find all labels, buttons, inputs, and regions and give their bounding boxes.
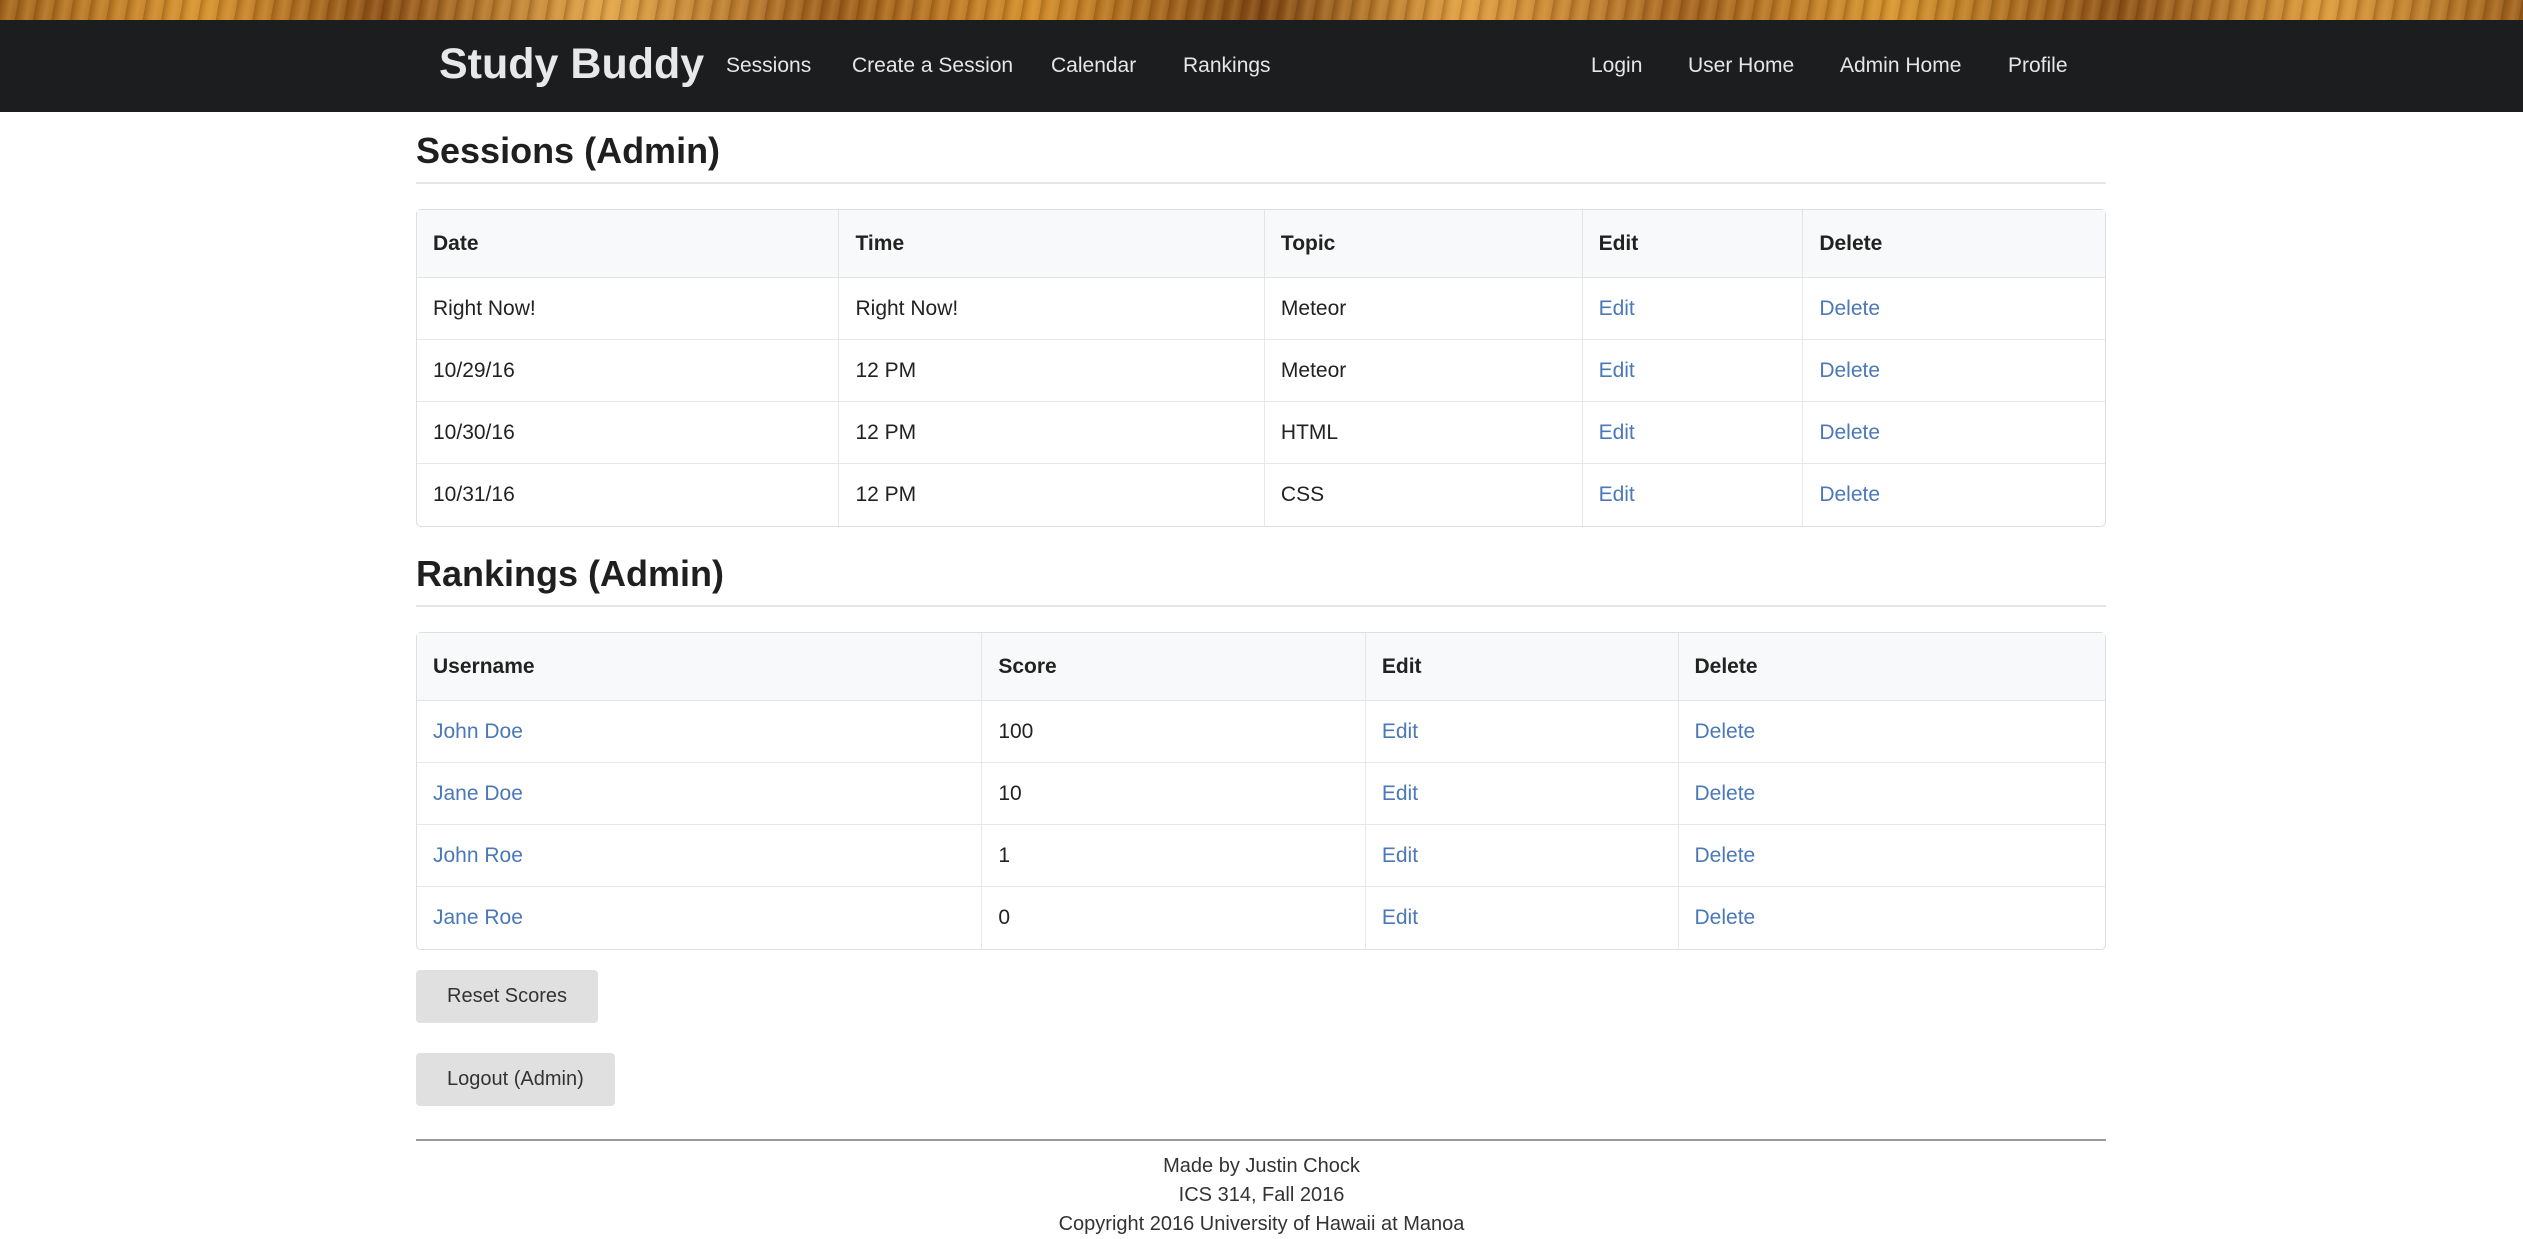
- delete-link[interactable]: Delete: [1819, 359, 1880, 382]
- column-header-score: Score: [982, 633, 1366, 701]
- table-row: 10/30/16 12 PM HTML Edit Delete: [417, 402, 2105, 464]
- nav-login[interactable]: Login: [1591, 54, 1642, 78]
- sessions-table: Date Time Topic Edit Delete Right Now! R…: [416, 209, 2106, 527]
- table-row: 10/29/16 12 PM Meteor Edit Delete: [417, 340, 2105, 402]
- column-header-time: Time: [839, 210, 1265, 278]
- score-value: 100: [982, 701, 1366, 763]
- delete-link[interactable]: Delete: [1695, 720, 1756, 743]
- logout-admin-button[interactable]: Logout (Admin): [416, 1053, 615, 1106]
- nav-sessions[interactable]: Sessions: [726, 54, 811, 78]
- delete-link[interactable]: Delete: [1695, 782, 1756, 805]
- edit-link[interactable]: Edit: [1599, 297, 1635, 320]
- session-date: 10/31/16: [417, 464, 840, 526]
- sessions-section: Sessions (Admin): [416, 130, 2106, 184]
- navbar: Study Buddy Sessions Create a Session Ca…: [0, 20, 2523, 112]
- table-row: John Doe 100 Edit Delete: [417, 701, 2105, 763]
- username-link[interactable]: John Roe: [433, 844, 523, 867]
- column-header-date: Date: [417, 210, 840, 278]
- column-header-delete: Delete: [1678, 633, 2105, 701]
- session-topic: Meteor: [1264, 340, 1583, 402]
- table-row: 10/31/16 12 PM CSS Edit Delete: [417, 464, 2105, 526]
- score-value: 10: [982, 763, 1366, 825]
- edit-link[interactable]: Edit: [1599, 421, 1635, 444]
- session-date: 10/29/16: [417, 340, 840, 402]
- delete-link[interactable]: Delete: [1695, 906, 1756, 929]
- edit-link[interactable]: Edit: [1382, 906, 1418, 929]
- score-value: 0: [982, 887, 1366, 949]
- edit-link[interactable]: Edit: [1382, 720, 1418, 743]
- delete-link[interactable]: Delete: [1819, 483, 1880, 506]
- session-date: Right Now!: [417, 278, 840, 340]
- delete-link[interactable]: Delete: [1695, 844, 1756, 867]
- header-banner-image: [0, 0, 2523, 20]
- session-time: Right Now!: [839, 278, 1265, 340]
- session-time: 12 PM: [839, 464, 1265, 526]
- sessions-title: Sessions (Admin): [416, 130, 721, 171]
- brand-link[interactable]: Study Buddy: [439, 40, 704, 89]
- footer-divider: [416, 1139, 2106, 1141]
- session-topic: HTML: [1264, 402, 1583, 464]
- edit-link[interactable]: Edit: [1599, 483, 1635, 506]
- table-row: Right Now! Right Now! Meteor Edit Delete: [417, 278, 2105, 340]
- nav-admin-home[interactable]: Admin Home: [1840, 54, 1961, 78]
- table-row: Jane Roe 0 Edit Delete: [417, 887, 2105, 949]
- table-header-row: Username Score Edit Delete: [417, 633, 2105, 701]
- delete-link[interactable]: Delete: [1819, 297, 1880, 320]
- session-date: 10/30/16: [417, 402, 840, 464]
- session-time: 12 PM: [839, 402, 1265, 464]
- column-header-delete: Delete: [1803, 210, 2105, 278]
- table-row: Jane Doe 10 Edit Delete: [417, 763, 2105, 825]
- edit-link[interactable]: Edit: [1382, 844, 1418, 867]
- footer-course: ICS 314, Fall 2016: [1178, 1184, 1345, 1206]
- column-header-edit: Edit: [1582, 210, 1804, 278]
- rankings-section: Rankings (Admin): [416, 553, 2106, 607]
- nav-calendar[interactable]: Calendar: [1051, 54, 1136, 78]
- footer-copyright: Copyright 2016 University of Hawaii at M…: [1058, 1213, 1465, 1235]
- footer-author: Made by Justin Chock: [1163, 1155, 1360, 1177]
- username-link[interactable]: Jane Roe: [433, 906, 523, 929]
- nav-create-session[interactable]: Create a Session: [852, 54, 1013, 78]
- nav-rankings[interactable]: Rankings: [1183, 54, 1271, 78]
- nav-user-home[interactable]: User Home: [1688, 54, 1794, 78]
- username-link[interactable]: John Doe: [433, 720, 523, 743]
- table-header-row: Date Time Topic Edit Delete: [417, 210, 2105, 278]
- nav-profile[interactable]: Profile: [2008, 54, 2068, 78]
- edit-link[interactable]: Edit: [1599, 359, 1635, 382]
- delete-link[interactable]: Delete: [1819, 421, 1880, 444]
- column-header-username: Username: [417, 633, 983, 701]
- username-link[interactable]: Jane Doe: [433, 782, 523, 805]
- sessions-divider: [416, 182, 2106, 184]
- rankings-title: Rankings (Admin): [416, 553, 725, 594]
- rankings-table: Username Score Edit Delete John Doe 100 …: [416, 632, 2106, 950]
- column-header-edit: Edit: [1365, 633, 1679, 701]
- table-row: John Roe 1 Edit Delete: [417, 825, 2105, 887]
- score-value: 1: [982, 825, 1366, 887]
- edit-link[interactable]: Edit: [1382, 782, 1418, 805]
- rankings-divider: [416, 605, 2106, 607]
- session-topic: Meteor: [1264, 278, 1583, 340]
- reset-scores-button[interactable]: Reset Scores: [416, 970, 599, 1023]
- session-topic: CSS: [1265, 464, 1583, 526]
- session-time: 12 PM: [839, 340, 1265, 402]
- column-header-topic: Topic: [1264, 210, 1583, 278]
